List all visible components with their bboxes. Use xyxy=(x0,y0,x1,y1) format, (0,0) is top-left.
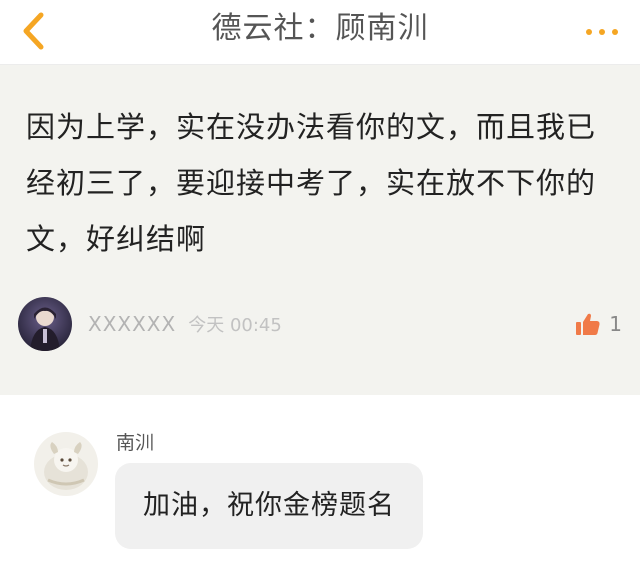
comment-author[interactable]: XXXXXX xyxy=(88,312,176,336)
reply-item: 南汌 加油，祝你金榜题名 xyxy=(0,420,640,561)
like-count: 1 xyxy=(609,312,622,336)
more-dots-icon xyxy=(586,29,618,35)
comment-meta: XXXXXX 今天 00:45 1 xyxy=(18,296,622,352)
reply-bubble: 加油，祝你金榜题名 xyxy=(115,463,423,549)
page-title: 德云社：顾南汌 xyxy=(211,11,429,46)
comment-time: 今天 00:45 xyxy=(188,315,282,336)
comment-text: 因为上学，实在没办法看你的文，而且我已经初三了，要迎接中考了，实在放不下你的文，… xyxy=(26,110,597,256)
avatar-image xyxy=(18,297,72,351)
thumbs-up-icon xyxy=(576,313,600,335)
avatar[interactable] xyxy=(18,297,72,351)
reply-author[interactable]: 南汌 xyxy=(116,428,154,455)
more-button[interactable] xyxy=(584,20,620,44)
comment-card: 因为上学，实在没办法看你的文，而且我已经初三了，要迎接中考了，实在放不下你的文，… xyxy=(0,65,640,395)
reply-avatar[interactable] xyxy=(34,432,98,496)
like-button[interactable]: 1 xyxy=(575,304,622,344)
avatar-image xyxy=(34,432,98,496)
top-bar: 德云社：顾南汌 xyxy=(0,0,640,65)
